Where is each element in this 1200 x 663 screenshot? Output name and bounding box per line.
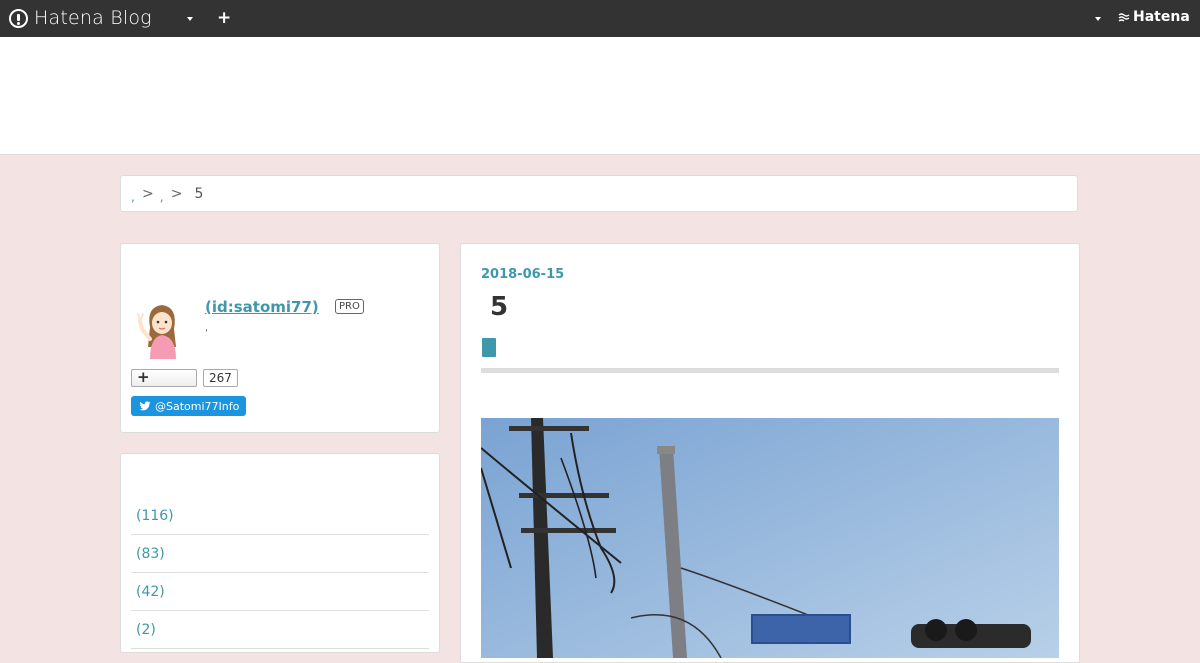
breadcrumb-separator: > xyxy=(170,185,183,202)
breadcrumb-separator: > xyxy=(142,185,154,202)
entry-photo xyxy=(481,418,1059,658)
twitter-handle: @Satomi77Info xyxy=(155,399,240,413)
category-module: (116) (83) (42) (2) xyxy=(120,453,440,653)
entry-article: 2018-06-15 5 xyxy=(460,243,1080,663)
pro-badge: PRO xyxy=(335,299,364,314)
global-header: Hatena Blog + Hatena xyxy=(0,0,1200,37)
category-item[interactable]: (116) xyxy=(131,498,429,535)
chevron-down-icon[interactable] xyxy=(187,17,193,21)
hatena-blog-logo-icon xyxy=(9,8,28,28)
subscriber-count: 267 xyxy=(203,369,238,387)
breadcrumb-current: 5 xyxy=(194,185,204,202)
logo-text: Hatena Blog xyxy=(34,7,152,29)
profile-description: ' xyxy=(205,328,208,339)
profile-name-link[interactable]: (id:satomi77) xyxy=(205,298,319,316)
plus-icon[interactable]: + xyxy=(217,9,231,27)
breadcrumb-link-category[interactable]: , xyxy=(160,190,165,204)
twitter-icon xyxy=(139,401,151,411)
breadcrumb: , > , > 5 xyxy=(120,175,1078,212)
entry-date-link[interactable]: 2018-06-15 xyxy=(481,267,564,282)
hatena-blog-logo[interactable]: Hatena Blog xyxy=(9,6,152,30)
entry-title[interactable]: 5 xyxy=(490,292,508,322)
plus-icon: + xyxy=(137,368,150,386)
title-divider xyxy=(481,368,1059,373)
category-tag[interactable] xyxy=(482,338,496,357)
category-item[interactable]: (83) xyxy=(131,536,429,573)
hatena-account-menu[interactable]: Hatena xyxy=(1118,9,1190,25)
subscribe-button[interactable]: + xyxy=(131,368,197,387)
blog-header xyxy=(0,37,1200,155)
category-item[interactable]: (42) xyxy=(131,574,429,611)
twitter-follow-button[interactable]: @Satomi77Info xyxy=(131,396,246,416)
hatena-wave-icon xyxy=(1118,13,1130,22)
chevron-down-icon[interactable] xyxy=(1095,17,1101,21)
avatar[interactable] xyxy=(136,299,188,359)
hatena-label: Hatena xyxy=(1133,9,1190,25)
profile-module: (id:satomi77) PRO ' + 267 @Satomi77Info xyxy=(120,243,440,433)
breadcrumb-link-top[interactable]: , xyxy=(131,190,136,204)
category-item[interactable]: (2) xyxy=(131,612,429,649)
